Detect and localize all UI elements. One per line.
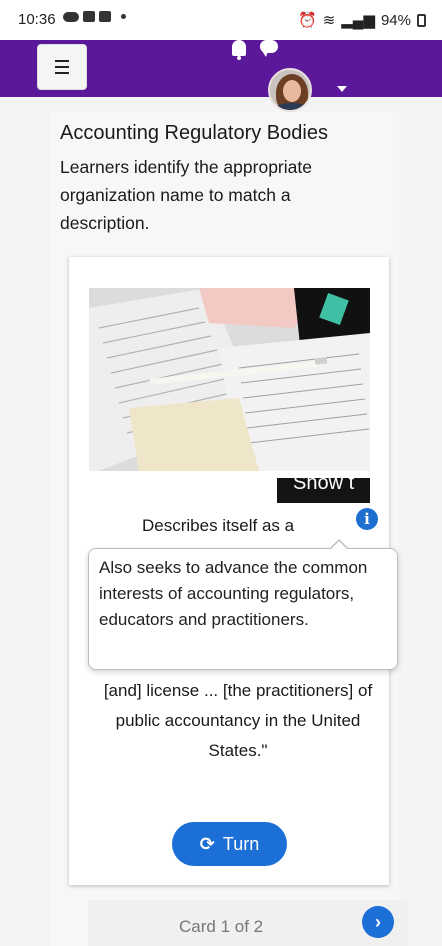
info-tooltip: Also seeks to advance the common interes… xyxy=(88,539,398,670)
battery-percent: 94% xyxy=(380,11,411,29)
notification-icons xyxy=(63,11,126,22)
chat-bubble-icon[interactable] xyxy=(260,40,278,57)
system-icons: ⏰ ≋ ▂▄▆ 94% xyxy=(298,11,426,29)
avatar-shirt xyxy=(274,103,310,110)
exam-answer-sheets-photo xyxy=(89,288,370,471)
more-dot-icon xyxy=(121,14,126,19)
photo-illustration xyxy=(89,288,370,471)
activity-description: Learners identify the appropriate organi… xyxy=(60,157,312,233)
app-screen: 10:36 ⏰ ≋ ▂▄▆ 94% Accounting Regulatory … xyxy=(0,0,442,946)
show-answer-tab[interactable]: Show t xyxy=(277,478,370,503)
turn-label: Turn xyxy=(222,833,260,854)
turn-button[interactable]: ⟳ Turn xyxy=(172,822,287,866)
info-icon[interactable]: i xyxy=(356,508,378,530)
card-description: CPA Examination ... [and] license ... [t… xyxy=(102,662,374,766)
sync-icon: ⟳ xyxy=(199,833,215,854)
chevron-right-icon: › xyxy=(375,911,381,932)
card-front-text: Describes itself as a xyxy=(100,516,390,536)
card-front-label: Describes itself as a xyxy=(142,516,295,535)
hamburger-menu-icon xyxy=(55,60,69,62)
wifi-icon: ≋ xyxy=(322,12,336,29)
hamburger-menu-button[interactable] xyxy=(37,44,87,90)
user-avatar[interactable] xyxy=(268,68,312,112)
battery-icon xyxy=(417,13,426,27)
card-description-rest: [and] license ... [the practitioners] of… xyxy=(103,681,373,760)
alarm-icon: ⏰ xyxy=(298,12,317,29)
sim-icon xyxy=(83,11,95,22)
caret-down-icon[interactable] xyxy=(337,86,347,92)
image-icon xyxy=(99,11,111,22)
signal-icon: ▂▄▆ xyxy=(341,12,375,29)
next-card-button[interactable]: › xyxy=(362,906,394,938)
hamburger-line xyxy=(55,72,69,74)
cloud-icon xyxy=(63,11,79,22)
card-count: Card 1 of 2 xyxy=(179,917,264,936)
hamburger-line xyxy=(55,66,69,68)
avatar-face xyxy=(283,80,301,102)
status-bar: 10:36 ⏰ ≋ ▂▄▆ 94% xyxy=(0,0,442,40)
bell-icon[interactable] xyxy=(232,40,246,60)
status-time: 10:36 xyxy=(18,11,56,28)
page-title: Accounting Regulatory Bodies xyxy=(60,122,328,144)
